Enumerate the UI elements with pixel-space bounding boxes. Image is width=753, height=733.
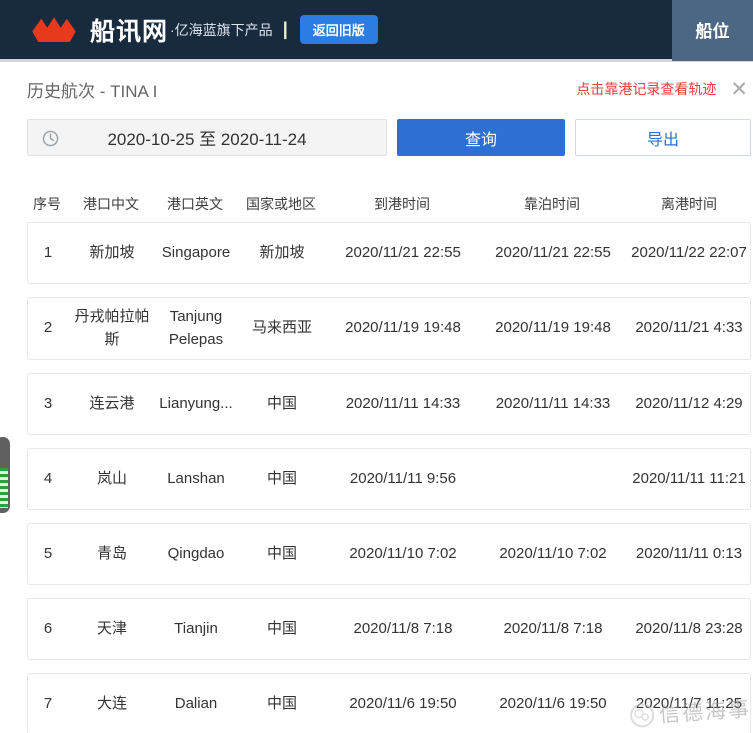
- shipxy-logo-boat-icon: [32, 16, 76, 42]
- cell-country: 新加坡: [259, 243, 305, 261]
- voyage-row[interactable]: 7 大连 Dalian 中国 2020/11/6 19:50 2020/11/6…: [27, 673, 751, 733]
- col-header-port-cn: 港口中文: [83, 196, 139, 212]
- cell-index: 6: [43, 619, 53, 637]
- clock-icon: [42, 130, 59, 147]
- cell-berth-time: 2020/11/6 19:50: [499, 694, 607, 712]
- cell-index: 1: [43, 243, 53, 261]
- cell-country: 马来西亚: [251, 319, 312, 337]
- cell-port-cn: 新加坡: [89, 243, 135, 261]
- cell-arrival-time: 2020/11/11 14:33: [345, 394, 461, 412]
- table-body: 1 新加坡 Singapore 新加坡 2020/11/21 22:55 202…: [27, 222, 751, 733]
- cell-berth-time: 2020/11/11 14:33: [495, 394, 611, 412]
- cell-port-cn: 丹戎帕拉帕斯: [74, 308, 150, 348]
- history-voyage-panel: 历史航次 - TINA I 点击靠港记录查看轨迹 ✕ 2020-10-25 至 …: [0, 78, 753, 733]
- cell-port-en: Tanjung Pelepas: [168, 308, 224, 348]
- voyage-row[interactable]: 6 天津 Tianjin 中国 2020/11/8 7:18 2020/11/8…: [27, 598, 751, 660]
- cell-index: 4: [43, 469, 53, 487]
- voyage-row[interactable]: 1 新加坡 Singapore 新加坡 2020/11/21 22:55 202…: [27, 222, 751, 284]
- cell-arrival-time: 2020/11/6 19:50: [349, 694, 457, 712]
- close-icon[interactable]: ✕: [730, 79, 748, 100]
- export-button[interactable]: 导出: [575, 119, 751, 156]
- col-header-departure-time: 离港时间: [661, 196, 717, 212]
- cell-country: 中国: [266, 694, 297, 712]
- background-side-widget: [0, 437, 10, 513]
- cell-arrival-time: 2020/11/21 22:55: [345, 243, 461, 261]
- cell-index: 7: [43, 694, 53, 712]
- cell-arrival-time: 2020/11/19 19:48: [345, 319, 461, 337]
- cell-port-en: Tianjin: [174, 619, 218, 637]
- cell-index: 5: [43, 544, 53, 562]
- cell-port-en: Singapore: [161, 243, 231, 261]
- col-header-port-en: 港口英文: [167, 196, 223, 212]
- cell-departure-time: 2020/11/22 22:07: [631, 243, 747, 261]
- voyage-row[interactable]: 5 青岛 Qingdao 中国 2020/11/10 7:02 2020/11/…: [27, 523, 751, 585]
- voyage-row[interactable]: 2 丹戎帕拉帕斯 Tanjung Pelepas 马来西亚 2020/11/19…: [27, 297, 751, 360]
- page-title: 历史航次 - TINA I: [27, 81, 158, 101]
- cell-arrival-time: 2020/11/10 7:02: [349, 544, 457, 562]
- cell-berth-time: 2020/11/19 19:48: [495, 319, 611, 337]
- cell-berth-time: 2020/11/8 7:18: [503, 619, 603, 637]
- cell-berth-time: 2020/11/10 7:02: [499, 544, 607, 562]
- cell-port-cn: 岚山: [96, 469, 127, 487]
- back-to-old-version-button[interactable]: 返回旧版: [299, 15, 378, 44]
- cell-country: 中国: [266, 619, 297, 637]
- view-track-link[interactable]: 点击靠港记录查看轨迹: [576, 79, 716, 99]
- cell-port-en: Lanshan: [167, 469, 225, 487]
- top-navbar: 船讯网 ·亿海蓝旗下产品 | 返回旧版 船位: [0, 0, 753, 62]
- cell-index: 3: [43, 394, 53, 412]
- cell-port-cn: 大连: [96, 694, 127, 712]
- cell-port-en: Dalian: [174, 694, 218, 712]
- cell-port-cn: 连云港: [89, 394, 135, 412]
- cell-port-cn: 青岛: [96, 544, 127, 562]
- brand-divider: |: [282, 19, 288, 39]
- voyage-row[interactable]: 3 连云港 Lianyung... 中国 2020/11/11 14:33 20…: [27, 373, 751, 435]
- green-stripes-decoration: [0, 468, 8, 508]
- cell-arrival-time: 2020/11/11 9:56: [349, 469, 457, 487]
- cell-departure-time: 2020/11/7 11:25: [635, 694, 743, 712]
- cell-country: 中国: [266, 544, 297, 562]
- cell-index: 2: [43, 319, 53, 337]
- col-header-berth-time: 靠泊时间: [524, 196, 580, 212]
- cell-country: 中国: [266, 469, 297, 487]
- cell-departure-time: 2020/11/11 0:13: [635, 544, 743, 562]
- cell-port-cn: 天津: [96, 619, 127, 637]
- brand-name: 船讯网: [90, 17, 169, 46]
- query-button[interactable]: 查询: [397, 119, 565, 156]
- col-header-index: 序号: [33, 196, 61, 212]
- cell-port-en: Qingdao: [167, 544, 225, 562]
- cell-departure-time: 2020/11/11 11:21: [632, 469, 746, 487]
- cell-country: 中国: [266, 394, 297, 412]
- query-controls: 2020-10-25 至 2020-11-24 查询 导出: [27, 119, 751, 156]
- table-header-row: 序号 港口中文 港口英文 国家或地区 到港时间 靠泊时间 离港时间: [27, 194, 751, 214]
- col-header-arrival-time: 到港时间: [374, 196, 430, 212]
- panel-title-row: 历史航次 - TINA I 点击靠港记录查看轨迹 ✕: [27, 78, 751, 101]
- date-range-input[interactable]: 2020-10-25 至 2020-11-24: [27, 119, 387, 156]
- cell-departure-time: 2020/11/8 23:28: [635, 619, 743, 637]
- tab-ship-position[interactable]: 船位: [672, 0, 753, 61]
- col-header-country: 国家或地区: [246, 196, 316, 212]
- cell-departure-time: 2020/11/12 4:29: [635, 394, 743, 412]
- date-range-value: 2020-10-25 至 2020-11-24: [107, 130, 307, 149]
- cell-berth-time: 2020/11/21 22:55: [495, 243, 611, 261]
- voyage-row[interactable]: 4 岚山 Lanshan 中国 2020/11/11 9:56 2020/11/…: [27, 448, 751, 510]
- brand-subtitle: ·亿海蓝旗下产品: [170, 21, 273, 38]
- cell-departure-time: 2020/11/21 4:33: [635, 319, 743, 337]
- cell-port-en: Lianyung...: [159, 394, 233, 412]
- cell-arrival-time: 2020/11/8 7:18: [353, 619, 453, 637]
